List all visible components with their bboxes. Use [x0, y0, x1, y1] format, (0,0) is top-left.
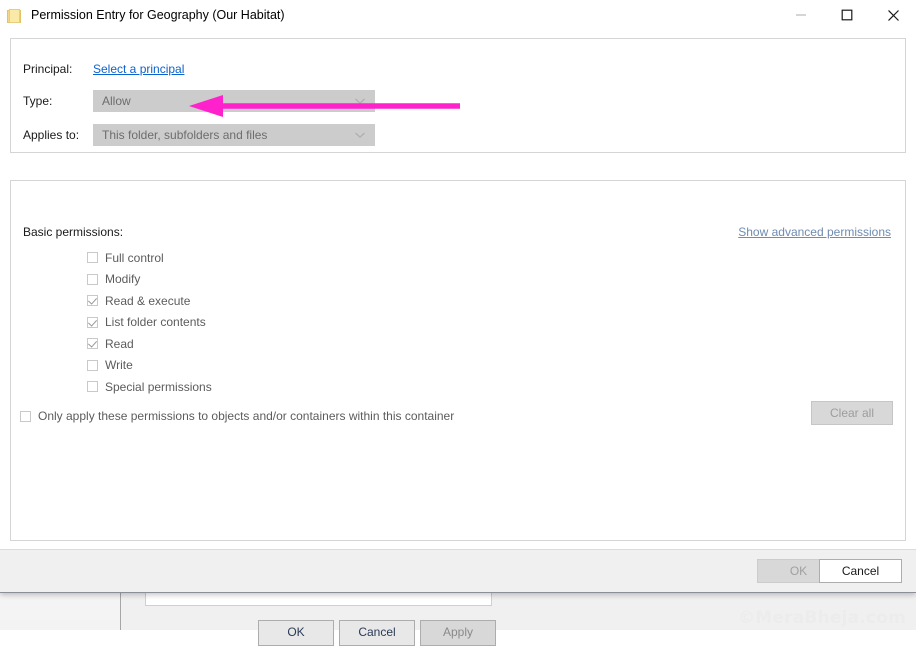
permission-label: Write: [105, 358, 133, 373]
checkbox[interactable]: [87, 252, 98, 264]
type-row: Type: Allow: [23, 90, 375, 112]
select-principal-link[interactable]: Select a principal: [93, 62, 184, 76]
checkbox[interactable]: [87, 338, 98, 350]
dialog-footer: OK Cancel: [0, 549, 916, 592]
permissions-list: Full control Modify Read & execute List …: [87, 247, 212, 398]
type-combobox[interactable]: Allow: [93, 90, 375, 112]
background-ok-button[interactable]: OK: [258, 620, 334, 646]
chevron-down-icon: [354, 128, 366, 142]
type-value: Allow: [102, 94, 131, 108]
cancel-button[interactable]: Cancel: [819, 559, 902, 583]
principal-panel: Principal: Select a principal Type: Allo…: [10, 38, 906, 153]
background-apply-button: Apply: [420, 620, 496, 646]
basic-permissions-label: Basic permissions:: [23, 225, 124, 239]
permission-label: Read & execute: [105, 293, 191, 308]
show-advanced-permissions-link[interactable]: Show advanced permissions: [738, 225, 891, 239]
checkbox[interactable]: [87, 295, 98, 307]
maximize-icon[interactable]: [824, 0, 870, 30]
permission-label: List folder contents: [105, 315, 206, 330]
only-apply-checkbox[interactable]: [20, 410, 31, 422]
permission-label: Special permissions: [105, 379, 212, 394]
folder-icon: [6, 7, 22, 23]
permission-modify[interactable]: Modify: [87, 269, 212, 291]
window-title: Permission Entry for Geography (Our Habi…: [31, 8, 285, 22]
minimize-icon[interactable]: [778, 0, 824, 30]
permission-list-folder-contents[interactable]: List folder contents: [87, 312, 212, 334]
permission-write[interactable]: Write: [87, 355, 212, 377]
principal-row: Principal: Select a principal: [23, 58, 184, 80]
permission-label: Modify: [105, 272, 141, 287]
title-bar[interactable]: Permission Entry for Geography (Our Habi…: [0, 0, 916, 30]
permission-entry-dialog: Permission Entry for Geography (Our Habi…: [0, 0, 916, 593]
checkbox[interactable]: [87, 359, 98, 371]
applies-to-value: This folder, subfolders and files: [102, 128, 268, 142]
only-apply-label: Only apply these permissions to objects …: [38, 409, 455, 423]
permission-read-execute[interactable]: Read & execute: [87, 290, 212, 312]
applies-to-row: Applies to: This folder, subfolders and …: [23, 124, 375, 146]
checkbox[interactable]: [87, 381, 98, 393]
background-cancel-button[interactable]: Cancel: [339, 620, 415, 646]
permission-read[interactable]: Read: [87, 333, 212, 355]
permission-label: Full control: [105, 250, 164, 265]
checkbox[interactable]: [87, 273, 98, 285]
applies-to-combobox[interactable]: This folder, subfolders and files: [93, 124, 375, 146]
permission-label: Read: [105, 336, 134, 351]
watermark: ©MeraBheja.com: [738, 608, 906, 628]
window-controls: [778, 0, 916, 30]
only-apply-row[interactable]: Only apply these permissions to objects …: [20, 409, 454, 423]
principal-label: Principal:: [23, 62, 73, 76]
clear-all-button[interactable]: Clear all: [811, 401, 893, 425]
permission-special-permissions[interactable]: Special permissions: [87, 376, 212, 398]
permission-full-control[interactable]: Full control: [87, 247, 212, 269]
permissions-panel: Basic permissions: Show advanced permiss…: [10, 180, 906, 541]
close-icon[interactable]: [870, 0, 916, 30]
dialog-content: Principal: Select a principal Type: Allo…: [0, 30, 916, 549]
type-label: Type:: [23, 94, 53, 108]
applies-to-label: Applies to:: [23, 128, 80, 142]
checkbox[interactable]: [87, 316, 98, 328]
chevron-down-icon: [354, 94, 366, 108]
